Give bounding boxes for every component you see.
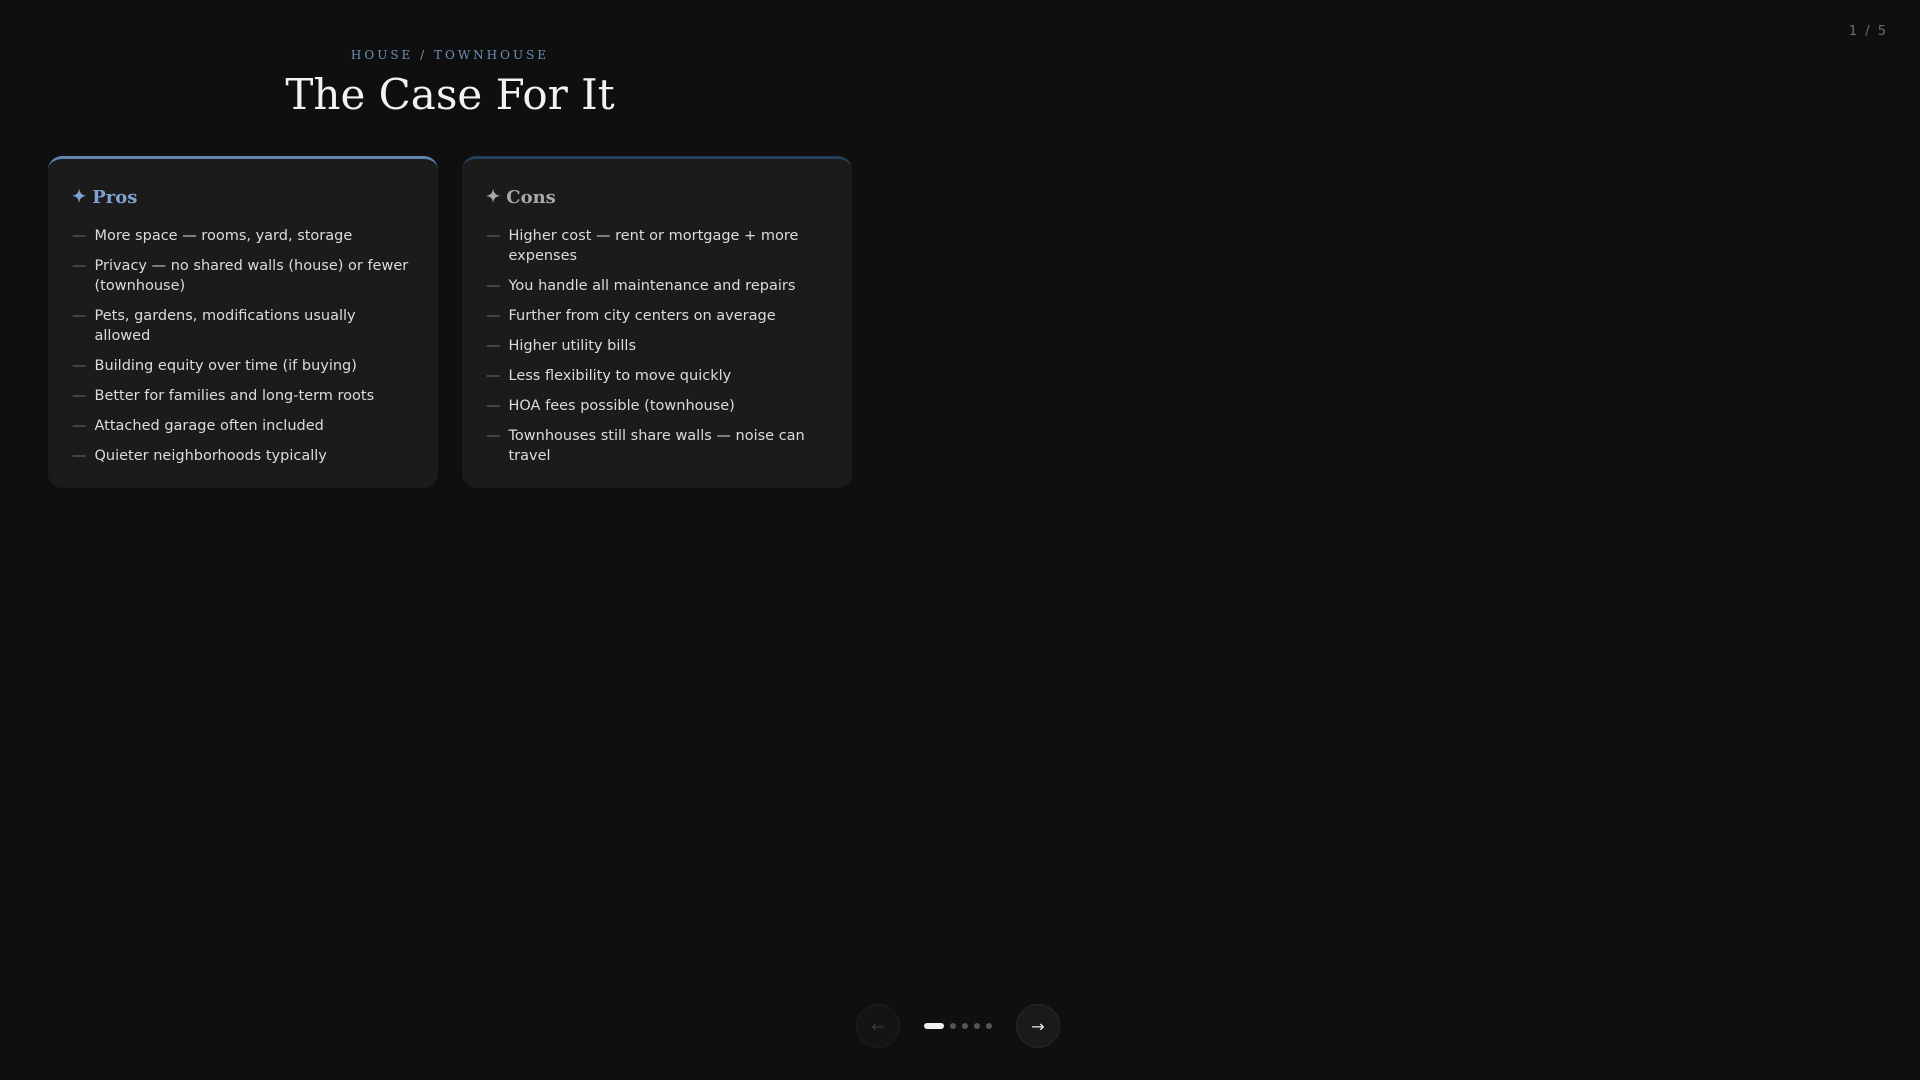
dash-icon: — bbox=[486, 278, 501, 294]
list-item-text: More space — rooms, yard, storage bbox=[94, 228, 353, 244]
dash-icon: — bbox=[486, 308, 501, 324]
dash-icon: — bbox=[72, 228, 87, 244]
list-item: — You handle all maintenance and repairs bbox=[486, 276, 828, 296]
list-item-text: Less flexibility to move quickly bbox=[508, 368, 732, 384]
sparkle-icon: ✦ bbox=[486, 187, 501, 207]
pros-cons-cards: ✦ Pros — More space — rooms, yard, storag… bbox=[48, 156, 852, 488]
list-item-text: Higher utility bills bbox=[508, 338, 637, 354]
pros-card: ✦ Pros — More space — rooms, yard, storag… bbox=[48, 156, 438, 488]
previous-slide-button[interactable]: ← bbox=[856, 1004, 900, 1048]
list-item: — Attached garage often included bbox=[72, 416, 414, 436]
slide-eyebrow: HOUSE / TOWNHOUSE bbox=[350, 48, 550, 62]
slide-dots bbox=[924, 1023, 992, 1029]
list-item: — HOA fees possible (townhouse) bbox=[486, 396, 828, 416]
sparkle-icon: ✦ bbox=[72, 187, 87, 207]
dash-icon: — bbox=[72, 358, 87, 374]
pros-label: Pros bbox=[92, 187, 138, 208]
slide-navigation: ← → bbox=[856, 1004, 1060, 1048]
list-item-text: Better for families and long-term roots bbox=[94, 388, 375, 404]
list-item-text: Building equity over time (if buying) bbox=[94, 358, 357, 374]
list-item-text: HOA fees possible (townhouse) bbox=[508, 398, 735, 414]
slide-stage: 1 / 5 HOUSE / TOWNHOUSE The Case For It … bbox=[0, 0, 1920, 1080]
dash-icon: — bbox=[486, 398, 501, 414]
dash-icon: — bbox=[72, 418, 87, 434]
dash-icon: — bbox=[72, 448, 87, 464]
slide-dot-4[interactable] bbox=[974, 1023, 980, 1029]
list-item-text: Pets, gardens, modifications usually all… bbox=[94, 308, 356, 344]
list-item: — More space — rooms, yard, storage bbox=[72, 226, 414, 246]
list-item: — Quieter neighborhoods typically bbox=[72, 446, 414, 466]
arrow-right-icon: → bbox=[1031, 1016, 1045, 1036]
list-item: — Higher utility bills bbox=[486, 336, 828, 356]
slide-header: HOUSE / TOWNHOUSE The Case For It bbox=[48, 48, 852, 118]
pros-list: — More space — rooms, yard, storage — Priv… bbox=[72, 226, 414, 466]
dash-icon: — bbox=[72, 308, 87, 324]
cons-list: — Higher cost — rent or mortgage + more e… bbox=[486, 226, 828, 466]
next-slide-button[interactable]: → bbox=[1016, 1004, 1060, 1048]
slide-title: The Case For It bbox=[285, 70, 615, 119]
list-item: — Building equity over time (if buying) bbox=[72, 356, 414, 376]
list-item: — Less flexibility to move quickly bbox=[486, 366, 828, 386]
cons-label: Cons bbox=[506, 187, 556, 208]
dash-icon: — bbox=[72, 388, 87, 404]
list-item-text: You handle all maintenance and repairs bbox=[508, 278, 796, 294]
cons-heading: ✦ Cons bbox=[486, 187, 828, 208]
list-item-text: Quieter neighborhoods typically bbox=[94, 448, 327, 464]
dash-icon: — bbox=[486, 228, 501, 244]
pros-heading: ✦ Pros bbox=[72, 187, 414, 208]
dash-icon: — bbox=[486, 338, 501, 354]
dash-icon: — bbox=[72, 258, 87, 274]
list-item-text: Townhouses still share walls — noise can… bbox=[508, 428, 805, 464]
arrow-left-icon: ← bbox=[871, 1016, 885, 1036]
slide-dot-1[interactable] bbox=[924, 1023, 944, 1029]
slide-counter: 1 / 5 bbox=[1848, 24, 1888, 39]
slide-dot-3[interactable] bbox=[962, 1023, 968, 1029]
list-item-text: Privacy — no shared walls (house) or few… bbox=[94, 258, 409, 294]
dash-icon: — bbox=[486, 428, 501, 444]
list-item-text: Attached garage often included bbox=[94, 418, 324, 434]
list-item: — Townhouses still share walls — noise ca… bbox=[486, 426, 828, 466]
slide-dot-5[interactable] bbox=[986, 1023, 992, 1029]
list-item: — Pets, gardens, modifications usually al… bbox=[72, 306, 414, 346]
list-item: — Further from city centers on average bbox=[486, 306, 828, 326]
cons-card: ✦ Cons — Higher cost — rent or mortgage +… bbox=[462, 156, 852, 488]
list-item: — Privacy — no shared walls (house) or fe… bbox=[72, 256, 414, 296]
list-item-text: Further from city centers on average bbox=[508, 308, 776, 324]
list-item: — Better for families and long-term roots bbox=[72, 386, 414, 406]
list-item-text: Higher cost — rent or mortgage + more ex… bbox=[508, 228, 799, 264]
slide-dot-2[interactable] bbox=[950, 1023, 956, 1029]
dash-icon: — bbox=[486, 368, 501, 384]
list-item: — Higher cost — rent or mortgage + more e… bbox=[486, 226, 828, 266]
